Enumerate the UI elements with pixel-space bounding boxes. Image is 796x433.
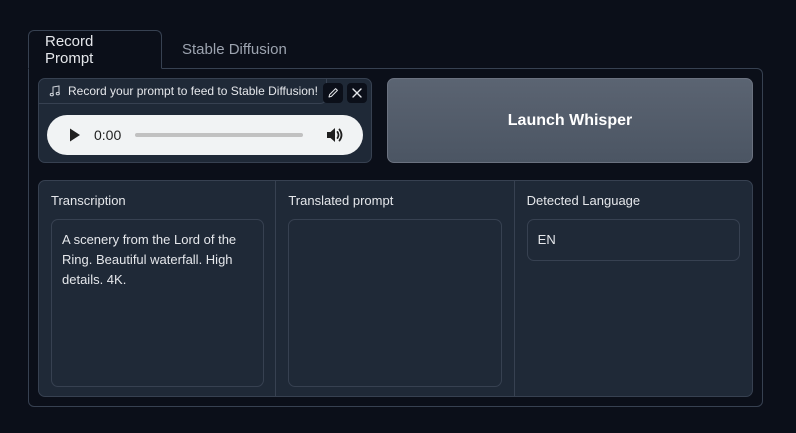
audio-input: Record your prompt to feed to Stable Dif… [38, 78, 372, 163]
edit-button[interactable] [323, 83, 343, 103]
launch-whisper-button[interactable]: Launch Whisper [387, 78, 753, 163]
audio-label-text: Record your prompt to feed to Stable Dif… [68, 84, 318, 98]
volume-icon [326, 127, 344, 143]
playback-time: 0:00 [94, 127, 122, 143]
outputs-row: Transcription A scenery from the Lord of… [38, 180, 753, 397]
music-note-icon [49, 85, 61, 97]
close-icon [351, 87, 363, 99]
transcription-textbox[interactable]: A scenery from the Lord of the Ring. Bea… [51, 219, 264, 387]
transcription-label: Transcription [51, 193, 126, 208]
play-icon [69, 128, 81, 142]
translated-prompt-block: Translated prompt [276, 181, 515, 396]
detected-language-textbox[interactable]: EN [526, 219, 740, 261]
volume-button[interactable] [323, 123, 347, 147]
tab-record-prompt[interactable]: Record Prompt [28, 30, 162, 69]
translated-prompt-label: Translated prompt [288, 193, 394, 208]
transcription-block: Transcription A scenery from the Lord of… [39, 181, 277, 396]
play-button[interactable] [63, 123, 87, 147]
audio-player: 0:00 [47, 115, 363, 155]
detected-language-label: Detected Language [526, 193, 641, 208]
translated-prompt-textbox[interactable] [288, 219, 503, 387]
audio-label: Record your prompt to feed to Stable Dif… [39, 79, 327, 104]
tab-bar: Record Prompt Stable Diffusion [28, 30, 303, 69]
detected-language-block: Detected Language EN [515, 181, 752, 396]
pencil-icon [327, 87, 339, 99]
tab-panel: Record your prompt to feed to Stable Dif… [28, 68, 763, 407]
seek-bar[interactable] [135, 133, 304, 137]
tab-stable-diffusion[interactable]: Stable Diffusion [162, 30, 303, 69]
close-button[interactable] [347, 83, 367, 103]
